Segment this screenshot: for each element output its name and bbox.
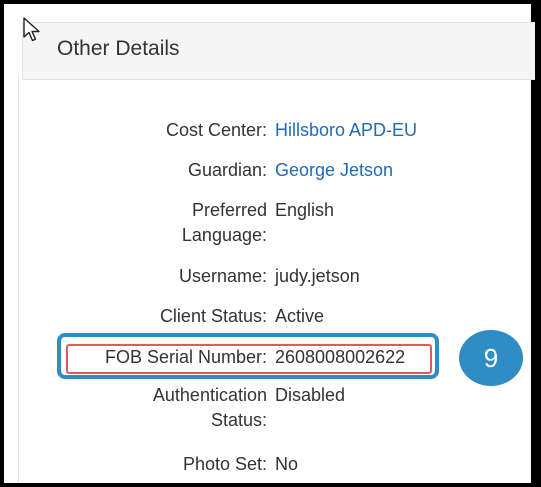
details-list: Cost Center: Hillsboro APD-EU Guardian: … [18,76,532,483]
detail-label-line: Language: [181,225,267,245]
detail-label: Preferred Language: [67,198,267,248]
detail-row-authentication-status: Authentication Status: Disabled [19,383,519,433]
detail-label-line: Authentication [152,385,267,405]
detail-label: Client Status: [159,306,267,326]
detail-label: Username: [178,266,267,286]
detail-label-line: Status: [210,410,267,430]
detail-label: Photo Set: [182,454,267,474]
guardian-link[interactable]: George Jetson [275,158,393,183]
cost-center-link[interactable]: Hillsboro APD-EU [275,118,417,143]
detail-label: Authentication Status: [67,383,267,433]
mouse-pointer-icon [23,17,40,42]
step-number-badge: 9 [459,330,523,386]
detail-value: Active [275,306,325,326]
detail-row-preferred-language: Preferred Language: English [19,198,519,248]
detail-value: English [275,200,335,220]
detail-value: No [275,454,299,474]
detail-value: judy.jetson [275,266,360,286]
field-highlight-box [66,344,432,374]
panel-title: Other Details [57,37,180,60]
detail-value: Disabled [275,385,346,405]
panel-header[interactable]: Other Details [22,22,535,80]
detail-label: Cost Center: [165,120,267,140]
detail-label: Guardian: [187,160,267,180]
detail-label-line: Preferred [191,200,267,220]
